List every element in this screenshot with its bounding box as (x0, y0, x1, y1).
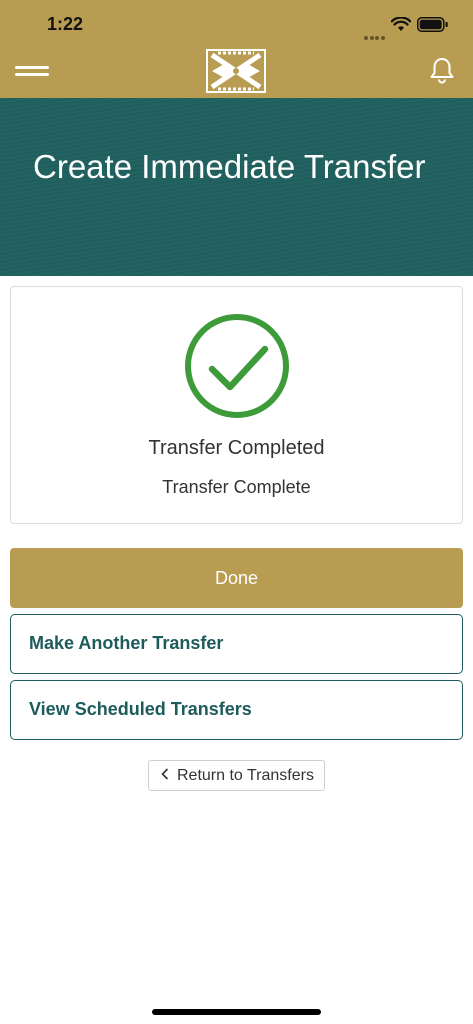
make-another-transfer-button[interactable]: Make Another Transfer (10, 614, 463, 674)
cellular-signal-icon (364, 27, 386, 40)
bank-logo-icon[interactable] (206, 49, 266, 93)
hamburger-icon[interactable] (15, 66, 49, 78)
chevron-left-icon (161, 768, 169, 780)
status-time: 1:22 (47, 14, 84, 34)
return-to-transfers-button[interactable]: Return to Transfers (148, 760, 325, 791)
result-subtitle: Transfer Complete (162, 477, 311, 497)
check-circle-icon (185, 314, 289, 418)
page-title: Create Immediate Transfer (33, 148, 426, 185)
wifi-icon (391, 17, 411, 31)
done-button[interactable]: Done (10, 548, 463, 608)
view-scheduled-transfers-button[interactable]: View Scheduled Transfers (10, 680, 463, 740)
battery-icon (417, 17, 448, 32)
status-bar: 1:22 (0, 0, 473, 46)
return-to-transfers-label: Return to Transfers (177, 767, 314, 784)
app-header (0, 46, 473, 98)
transfer-result-card: Transfer Completed Transfer Complete (10, 286, 463, 524)
home-indicator[interactable] (152, 1009, 321, 1015)
bell-icon[interactable] (429, 56, 455, 84)
page-banner: Create Immediate Transfer (0, 98, 473, 276)
result-title: Transfer Completed (148, 437, 325, 459)
